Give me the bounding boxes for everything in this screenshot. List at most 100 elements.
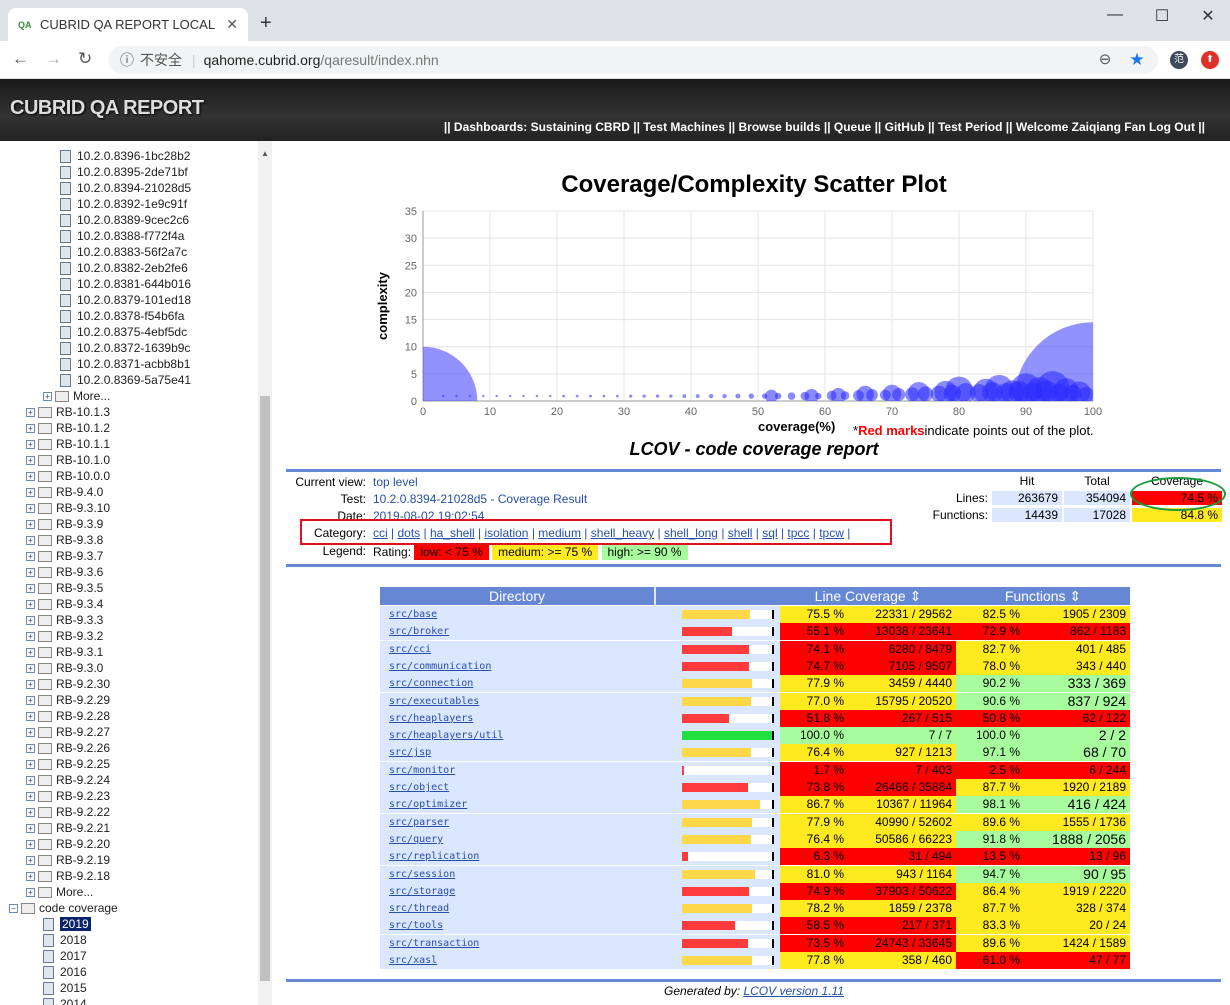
expand-icon[interactable]: + — [26, 455, 35, 465]
sidebar-build-item[interactable]: 10.2.0.8379-101ed18 — [60, 292, 191, 308]
expand-icon[interactable]: + — [26, 695, 35, 705]
sidebar-branch-item[interactable]: + RB-9.3.3 — [26, 612, 103, 628]
directory-link[interactable]: src/heaplayers — [389, 713, 473, 724]
sidebar-year-item[interactable]: 2016 — [43, 964, 87, 980]
category-link-isolation[interactable]: isolation — [484, 526, 528, 540]
directory-link[interactable]: src/object — [389, 782, 449, 793]
directory-link[interactable]: src/cci — [389, 644, 431, 655]
directory-link[interactable]: src/executables — [389, 696, 479, 707]
expand-icon[interactable]: + — [26, 839, 35, 849]
directory-link[interactable]: src/base — [389, 609, 437, 620]
expand-icon[interactable]: + — [26, 807, 35, 817]
expand-icon[interactable]: + — [26, 647, 35, 657]
forward-icon[interactable]: → — [45, 49, 62, 69]
sidebar-branch-item[interactable]: + RB-9.3.10 — [26, 500, 110, 516]
expand-icon[interactable]: + — [26, 631, 35, 641]
new-tab-icon[interactable]: + — [260, 12, 272, 35]
line-coverage-header[interactable]: Line Coverage ⇕ — [780, 587, 956, 605]
sidebar-branch-item[interactable]: + RB-9.2.27 — [26, 724, 110, 740]
category-link-shell[interactable]: shell — [728, 526, 753, 540]
sidebar-build-item[interactable]: 10.2.0.8388-f772f4a — [60, 228, 184, 244]
sidebar-branch-item[interactable]: + RB-10.1.3 — [26, 404, 110, 420]
sidebar-branch-item[interactable]: + RB-9.3.1 — [26, 644, 103, 660]
directory-link[interactable]: src/transaction — [389, 938, 479, 949]
sidebar-branch-item[interactable]: + RB-10.0.0 — [26, 468, 110, 484]
sidebar-branch-item[interactable]: + RB-9.2.24 — [26, 772, 110, 788]
scrollbar-thumb[interactable] — [260, 396, 270, 981]
expand-icon[interactable]: + — [26, 871, 35, 881]
directory-link[interactable]: src/optimizer — [389, 799, 467, 810]
directory-link[interactable]: src/session — [389, 869, 455, 880]
directory-link[interactable]: src/broker — [389, 626, 449, 637]
sidebar-branch-item[interactable]: + RB-9.2.25 — [26, 756, 110, 772]
sidebar-branch-item[interactable]: + RB-9.3.0 — [26, 660, 103, 676]
expand-icon[interactable]: + — [26, 503, 35, 513]
extension-icon[interactable]: ⬆ — [1201, 51, 1219, 69]
expand-icon[interactable]: + — [26, 855, 35, 865]
expand-icon[interactable]: + — [26, 775, 35, 785]
minimize-icon[interactable]: — — [1100, 6, 1130, 24]
expand-icon[interactable]: + — [26, 663, 35, 673]
sidebar-build-item[interactable]: 10.2.0.8395-2de71bf — [60, 164, 188, 180]
back-icon[interactable]: ← — [12, 49, 29, 69]
directory-link[interactable]: src/replication — [389, 851, 479, 862]
category-link-sql[interactable]: sql — [762, 526, 777, 540]
expand-icon[interactable]: + — [26, 439, 35, 449]
expand-icon[interactable]: + — [26, 743, 35, 753]
category-link-shell_heavy[interactable]: shell_heavy — [591, 526, 654, 540]
sidebar-branch-item[interactable]: + RB-9.2.29 — [26, 692, 110, 708]
expand-icon[interactable]: + — [26, 791, 35, 801]
sidebar-branch-item[interactable]: + RB-9.2.28 — [26, 708, 110, 724]
expand-icon[interactable]: + — [26, 407, 35, 417]
sidebar-build-item[interactable]: 10.2.0.8396-1bc28b2 — [60, 148, 190, 164]
expand-icon[interactable]: + — [26, 759, 35, 769]
sidebar-build-item[interactable]: 10.2.0.8378-f54b6fa — [60, 308, 184, 324]
expand-icon[interactable]: + — [26, 535, 35, 545]
category-link-cci[interactable]: cci — [373, 526, 388, 540]
sidebar-build-item[interactable]: 10.2.0.8392-1e9c91f — [60, 196, 187, 212]
sidebar-code-coverage[interactable]: − code coverage — [9, 900, 118, 916]
directory-link[interactable]: src/jsp — [389, 747, 431, 758]
sidebar-branch-item[interactable]: + RB-9.2.20 — [26, 836, 110, 852]
category-link-tpcw[interactable]: tpcw — [819, 526, 844, 540]
expand-icon[interactable]: + — [26, 679, 35, 689]
sidebar-branch-item[interactable]: + RB-9.3.4 — [26, 596, 103, 612]
sidebar-build-item[interactable]: 10.2.0.8382-2eb2fe6 — [60, 260, 188, 276]
profile-avatar[interactable]: 范 — [1170, 51, 1188, 69]
expand-icon[interactable]: + — [26, 487, 35, 497]
window-close-icon[interactable]: ✕ — [1193, 6, 1223, 26]
sidebar-build-item[interactable]: 10.2.0.8381-644b016 — [60, 276, 191, 292]
sidebar-build-item[interactable]: 10.2.0.8375-4ebf5dc — [60, 324, 187, 340]
sidebar-branch-item[interactable]: + RB-9.3.6 — [26, 564, 103, 580]
sidebar-year-item[interactable]: 2017 — [43, 948, 87, 964]
sidebar-build-item[interactable]: 10.2.0.8389-9cec2c6 — [60, 212, 189, 228]
sidebar-scrollbar[interactable]: ▲ — [258, 141, 272, 1005]
category-link-ha_shell[interactable]: ha_shell — [430, 526, 475, 540]
directory-link[interactable]: src/storage — [389, 886, 455, 897]
expand-icon[interactable]: + — [26, 551, 35, 561]
sidebar-branch-item[interactable]: + RB-10.1.2 — [26, 420, 110, 436]
sidebar-year-item[interactable]: 2015 — [43, 980, 87, 996]
sidebar-build-item[interactable]: 10.2.0.8371-acbb8b1 — [60, 356, 190, 372]
sidebar-build-item[interactable]: 10.2.0.8372-1639b9c — [60, 340, 190, 356]
expand-icon[interactable]: + — [43, 391, 52, 401]
sidebar-branch-item[interactable]: + RB-9.3.5 — [26, 580, 103, 596]
reload-icon[interactable]: ↻ — [78, 49, 92, 69]
sidebar-branch-item[interactable]: + RB-9.2.26 — [26, 740, 110, 756]
sidebar-branch-item[interactable]: + RB-9.2.18 — [26, 868, 110, 884]
sidebar-branch-item[interactable]: + RB-10.1.1 — [26, 436, 110, 452]
scroll-up-icon[interactable]: ▲ — [261, 149, 269, 158]
sidebar-branch-item[interactable]: + RB-10.1.0 — [26, 452, 110, 468]
sidebar-year-item[interactable]: 2018 — [43, 932, 87, 948]
expand-icon[interactable]: + — [26, 599, 35, 609]
expand-icon[interactable]: + — [26, 567, 35, 577]
sidebar-build-item[interactable]: 10.2.0.8369-5a75e41 — [60, 372, 191, 388]
sidebar-branch-item[interactable]: + RB-9.3.9 — [26, 516, 103, 532]
category-link-dots[interactable]: dots — [397, 526, 420, 540]
expand-icon[interactable]: + — [26, 423, 35, 433]
sidebar-branch-item[interactable]: + RB-9.2.22 — [26, 804, 110, 820]
directory-link[interactable]: src/connection — [389, 678, 473, 689]
sidebar-more-builds[interactable]: + More... — [43, 388, 110, 404]
directory-link[interactable]: src/thread — [389, 903, 449, 914]
lcov-version-link[interactable]: LCOV version 1.11 — [743, 984, 844, 998]
